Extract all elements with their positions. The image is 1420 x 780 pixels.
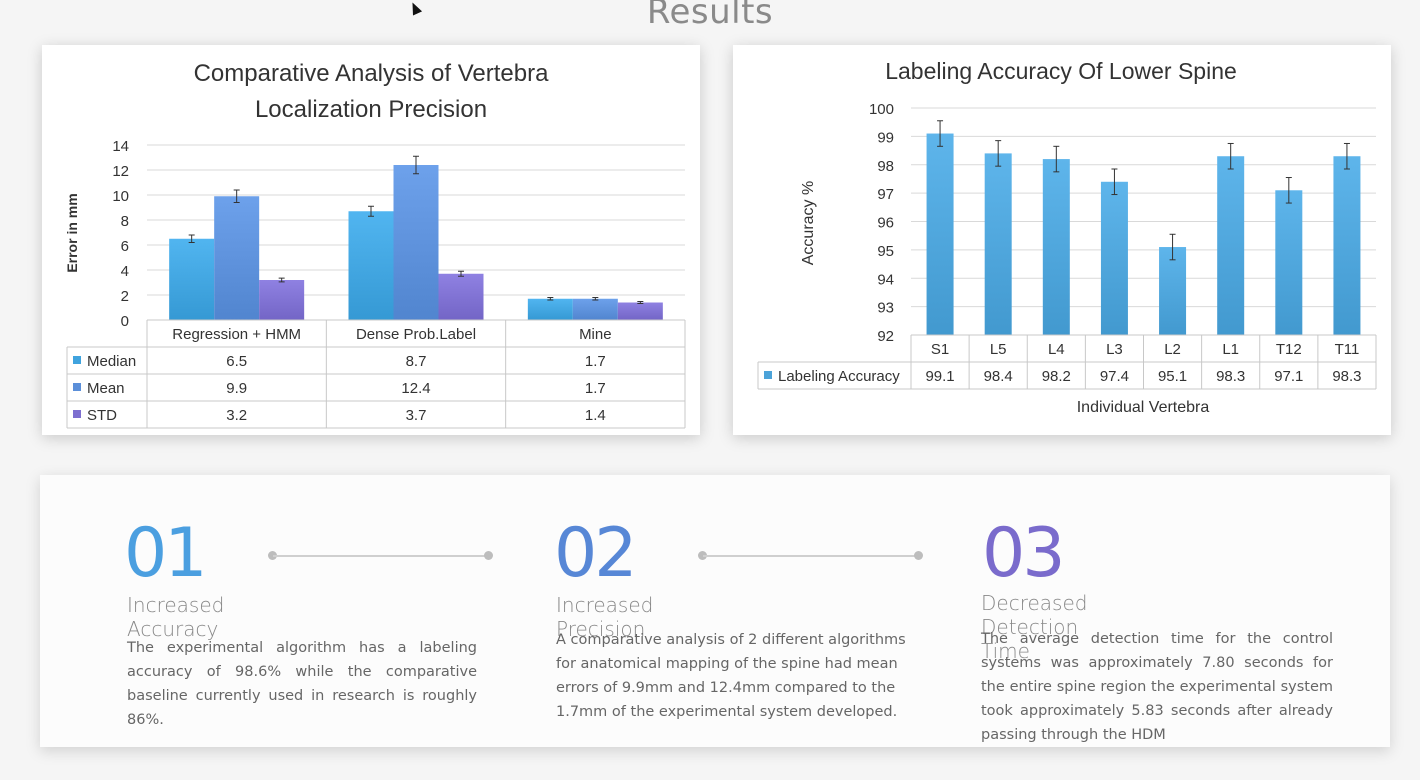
step-line-dot-end [484, 551, 493, 560]
y-tick-label: 100 [869, 101, 894, 118]
chart-title: Comparative Analysis of Vertebra [194, 60, 549, 87]
data-label: 97.1 [1274, 368, 1303, 385]
bar-labeling-accuracy [1217, 156, 1245, 335]
data-label: 98.4 [984, 368, 1013, 385]
bar-labeling-accuracy [1275, 190, 1303, 335]
data-label: 98.3 [1332, 368, 1361, 385]
data-label: 1.4 [585, 407, 606, 424]
y-tick-label: 97 [877, 186, 894, 203]
data-label: 97.4 [1100, 368, 1129, 385]
step-number: 02 [554, 514, 638, 593]
bar-median [527, 298, 573, 320]
legend-key [73, 410, 81, 418]
data-label: 95.1 [1158, 368, 1187, 385]
data-label: 98.2 [1042, 368, 1071, 385]
bar-labeling-accuracy [1042, 159, 1070, 335]
data-label: 9.9 [226, 380, 247, 397]
bar-std [259, 280, 305, 320]
y-tick-label: 95 [877, 243, 894, 260]
data-label: 12.4 [401, 380, 430, 397]
step-body: A comparative analysis of 2 different al… [556, 632, 906, 720]
summary-panel: 01 Increased Accuracy The experimental a… [40, 475, 1390, 747]
chart-localization-precision: Comparative Analysis of Vertebra Localiza… [64, 60, 686, 429]
chart-title: Labeling Accuracy Of Lower Spine [885, 58, 1237, 84]
y-axis-label: Accuracy % [800, 181, 817, 265]
x-category-label: T12 [1276, 341, 1302, 358]
data-label: 3.7 [406, 407, 427, 424]
bar-std [617, 302, 663, 320]
x-category-label: L2 [1164, 341, 1181, 358]
y-tick-label: 94 [877, 271, 894, 288]
data-label: 98.3 [1216, 368, 1245, 385]
x-axis-label: Individual Vertebra [1077, 399, 1210, 416]
y-tick-label: 96 [877, 215, 894, 232]
bar-labeling-accuracy [926, 133, 954, 335]
y-tick-label: 6 [121, 238, 129, 255]
legend-label: Mean [87, 380, 125, 397]
step-body: The average detection time for the contr… [981, 631, 1333, 743]
data-label: 3.2 [226, 407, 247, 424]
bar-std [438, 273, 484, 320]
legend-label: Labeling Accuracy [778, 368, 900, 385]
legend-label: Median [87, 353, 136, 370]
y-tick-label: 10 [112, 188, 129, 205]
bar-mean [572, 298, 618, 320]
chart-labeling-accuracy: Labeling Accuracy Of Lower Spine 92 93 94 95… [757, 58, 1377, 416]
data-label: 99.1 [925, 368, 954, 385]
x-category-label: Mine [579, 326, 612, 343]
data-label: 8.7 [406, 353, 427, 370]
y-tick-label: 12 [112, 163, 129, 180]
page-title: Results [646, 0, 774, 32]
legend-key [73, 383, 81, 391]
chart-card-labeling: Labeling Accuracy Of Lower Spine 92 93 94 95… [733, 45, 1391, 435]
bar-median [348, 211, 394, 320]
x-category-label: Regression + HMM [172, 326, 301, 343]
y-tick-label: 8 [121, 213, 129, 230]
step-connector-line [703, 555, 919, 557]
bar-labeling-accuracy [984, 153, 1012, 335]
y-tick-label: 4 [121, 263, 129, 280]
step-body: The experimental algorithm has a labelin… [127, 640, 477, 728]
y-tick-label: 2 [121, 288, 129, 305]
x-category-label: L5 [990, 341, 1007, 358]
x-category-label: L4 [1048, 341, 1065, 358]
step-line-dot-end [914, 551, 923, 560]
step-number: 03 [982, 514, 1066, 593]
step-connector-line [273, 555, 489, 557]
y-tick-label: 93 [877, 300, 894, 317]
data-label: 1.7 [585, 380, 606, 397]
step-heading: Increased Accuracy [127, 593, 225, 641]
bar-mean [214, 196, 260, 320]
legend-label: STD [87, 407, 117, 424]
y-tick-label: 98 [877, 158, 894, 175]
chart-title: Localization Precision [255, 96, 487, 123]
y-tick-label: 14 [112, 138, 129, 155]
x-category-label: T11 [1335, 341, 1360, 358]
x-category-label: L1 [1222, 341, 1239, 358]
data-label: 6.5 [226, 353, 247, 370]
legend-key [764, 371, 772, 379]
x-category-label: S1 [931, 341, 949, 358]
bar-mean [393, 165, 439, 320]
y-tick-label: 99 [877, 129, 894, 146]
bar-median [169, 238, 215, 320]
y-tick-label: 0 [121, 313, 129, 330]
y-axis-label: Error in mm [64, 193, 80, 272]
bar-labeling-accuracy [1100, 181, 1128, 335]
step-number: 01 [124, 514, 208, 593]
x-category-label: L3 [1106, 341, 1123, 358]
x-category-label: Dense Prob.Label [356, 326, 476, 343]
data-label: 1.7 [585, 353, 606, 370]
chart-card-localization: Comparative Analysis of Vertebra Localiza… [42, 45, 700, 435]
bar-labeling-accuracy [1333, 156, 1361, 335]
y-tick-label: 92 [877, 328, 894, 345]
legend-key [73, 356, 81, 364]
